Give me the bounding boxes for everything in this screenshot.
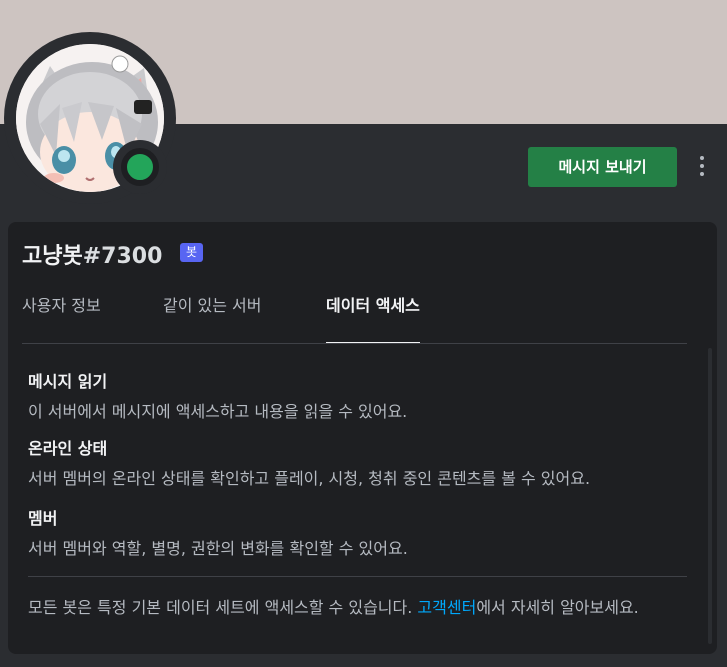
tab-data-access[interactable]: 데이터 액세스: [326, 292, 420, 344]
profile-card: 고냥봇#7300 봇 사용자 정보 같이 있는 서버 데이터 액세스 메시지 읽…: [8, 222, 717, 654]
more-dot: [700, 172, 704, 176]
profile-tabs: 사용자 정보 같이 있는 서버 데이터 액세스: [22, 292, 702, 344]
footer-text-after: 에서 자세히 알아보세요.: [476, 598, 639, 617]
username-discriminator: #7300: [82, 244, 163, 269]
bot-tag: 봇: [180, 243, 203, 262]
more-dot: [700, 164, 704, 168]
send-message-button[interactable]: 메시지 보내기: [528, 147, 677, 187]
permission-description: 서버 멤버와 역할, 별명, 권한의 변화를 확인할 수 있어요.: [28, 539, 408, 558]
tab-user-info[interactable]: 사용자 정보: [22, 292, 101, 344]
username-name: 고냥봇: [22, 244, 83, 269]
online-status-icon: [121, 148, 159, 186]
scrollbar[interactable]: [708, 348, 712, 644]
permission-item: 메시지 읽기 이 서버에서 메시지에 액세스하고 내용을 읽을 수 있어요.: [28, 368, 688, 422]
permission-item: 멤버 서버 멤버와 역할, 별명, 권한의 변화를 확인할 수 있어요.: [28, 505, 688, 559]
permission-item: 온라인 상태 서버 멤버의 온라인 상태를 확인하고 플레이, 시청, 청취 중…: [28, 435, 688, 489]
tab-divider: [22, 343, 687, 344]
permission-title: 멤버: [28, 509, 58, 528]
tab-mutual-servers[interactable]: 같이 있는 서버: [163, 292, 262, 344]
help-center-link[interactable]: 고객센터: [417, 598, 476, 617]
permission-title: 온라인 상태: [28, 439, 108, 458]
footer-text: 모든 봇은 특정 기본 데이터 세트에 액세스할 수 있습니다.: [28, 598, 418, 617]
content-divider: [28, 576, 687, 577]
footer-note: 모든 봇은 특정 기본 데이터 세트에 액세스할 수 있습니다. 고객센터에서 …: [28, 596, 688, 619]
permission-description: 이 서버에서 메시지에 액세스하고 내용을 읽을 수 있어요.: [28, 402, 408, 421]
permission-title: 메시지 읽기: [28, 372, 108, 391]
username[interactable]: 고냥봇#7300: [22, 238, 162, 270]
more-vertical-icon[interactable]: [692, 152, 712, 182]
permission-description: 서버 멤버의 온라인 상태를 확인하고 플레이, 시청, 청취 중인 콘텐츠를 …: [28, 469, 591, 488]
more-dot: [700, 156, 704, 160]
